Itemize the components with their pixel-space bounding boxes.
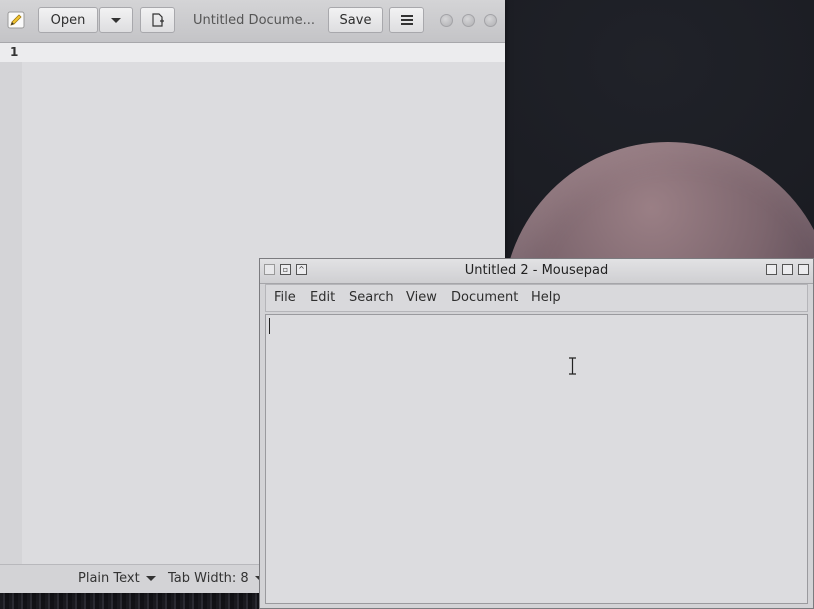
language-label: Plain Text — [78, 571, 140, 586]
new-document-button[interactable] — [140, 7, 175, 33]
maximize-icon[interactable] — [782, 264, 793, 275]
menu-search[interactable]: Search — [349, 290, 394, 305]
i-beam-icon — [569, 357, 576, 375]
tab-width-selector[interactable]: Tab Width: 8 — [168, 571, 265, 586]
menu-button[interactable] — [389, 7, 424, 33]
tab-width-label: Tab Width: 8 — [168, 571, 249, 586]
close-button[interactable] — [484, 14, 497, 27]
language-selector[interactable]: Plain Text — [78, 571, 156, 586]
header-bar: Open Untitled Docume... Save — [0, 0, 505, 43]
window-title: Untitled 2 - Mousepad — [464, 263, 609, 278]
pencil-icon — [7, 11, 25, 29]
menu-document[interactable]: Document — [451, 290, 518, 305]
document-title: Untitled Docume... — [193, 13, 315, 28]
menu-view[interactable]: View — [406, 290, 437, 305]
title-bar[interactable]: ▫ ^ Untitled 2 - Mousepad — [260, 259, 813, 284]
new-document-icon — [151, 13, 164, 27]
chevron-down-icon — [111, 17, 121, 23]
text-area[interactable] — [265, 314, 808, 604]
mousepad-window: ▫ ^ Untitled 2 - Mousepad File Edit Sear… — [259, 258, 814, 609]
chevron-down-icon — [145, 576, 156, 581]
line-number-gutter — [0, 62, 22, 564]
minimize-button[interactable] — [440, 14, 453, 27]
minimize-icon[interactable] — [766, 264, 777, 275]
line-number: 1 — [10, 45, 19, 59]
open-button-label: Open — [50, 12, 86, 28]
menu-edit[interactable]: Edit — [310, 290, 335, 305]
menu-help[interactable]: Help — [531, 290, 561, 305]
open-button[interactable]: Open — [38, 7, 98, 33]
save-button-label: Save — [339, 12, 372, 28]
save-button[interactable]: Save — [328, 7, 383, 33]
maximize-button[interactable] — [462, 14, 475, 27]
close-icon[interactable] — [798, 264, 809, 275]
menu-file[interactable]: File — [274, 290, 296, 305]
open-dropdown-button[interactable] — [99, 7, 133, 33]
menu-bar: File Edit Search View Document Help — [265, 284, 808, 312]
text-caret — [269, 318, 270, 334]
current-line-highlight — [0, 43, 505, 62]
hamburger-menu-icon — [400, 15, 413, 25]
